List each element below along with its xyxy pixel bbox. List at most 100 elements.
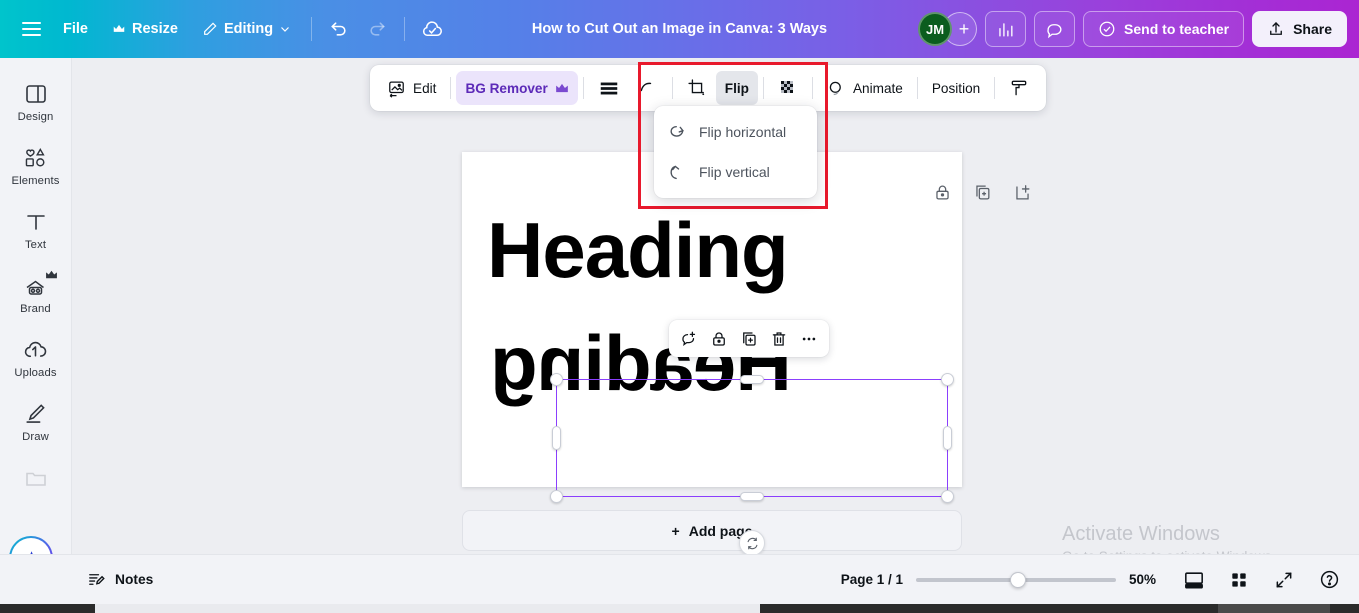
flip-horizontal-arrow-icon (670, 125, 684, 137)
sidebar-item-draw[interactable]: Draw (2, 392, 70, 450)
resize-handle-right[interactable] (943, 426, 952, 450)
cloud-upload-icon (23, 336, 48, 362)
transparency-bars-icon (600, 82, 618, 94)
more-dots-icon[interactable] (795, 325, 823, 353)
help-circle-icon (1320, 570, 1338, 589)
toolbar-divider-6 (916, 77, 918, 99)
os-taskbar (0, 604, 1359, 613)
insights-button[interactable] (985, 11, 1027, 47)
notes-label: Notes (115, 572, 154, 587)
curve-button[interactable] (629, 71, 667, 105)
sidebar-item-label: Brand (20, 303, 51, 315)
sidebar-item-text[interactable]: Text (2, 200, 70, 258)
cloud-save-button[interactable] (414, 11, 450, 47)
resize-handle-top[interactable] (740, 375, 764, 384)
trash-icon[interactable] (765, 325, 793, 353)
editing-mode-button[interactable]: Editing (191, 13, 302, 45)
help-button[interactable] (1313, 564, 1345, 596)
comment-add-icon[interactable] (675, 325, 703, 353)
sidebar-item-label: Text (24, 239, 47, 251)
workspace-area: Edit BG Remover Flip Animate Position Fl… (72, 58, 1359, 613)
effects-button[interactable] (769, 71, 807, 105)
editing-label: Editing (223, 21, 274, 37)
lock-icon[interactable] (927, 177, 957, 207)
add-page-plus: + (671, 522, 680, 539)
resize-handle-bottom-right[interactable] (941, 490, 954, 503)
file-menu-button[interactable]: File (52, 13, 99, 45)
selection-frame[interactable] (550, 373, 954, 503)
resize-button[interactable]: Resize (101, 13, 189, 45)
edit-image-button[interactable]: Edit (378, 71, 445, 105)
page-action-icons (927, 177, 1037, 207)
page-title[interactable]: How to Cut Out an Image in Canva: 3 Ways (520, 14, 839, 44)
redo-button[interactable] (359, 11, 395, 47)
pencil-icon (204, 22, 217, 35)
sidebar-item-label: Elements (11, 175, 60, 187)
resize-handle-top-left[interactable] (550, 373, 563, 386)
add-page-icon[interactable] (1007, 177, 1037, 207)
undo-button[interactable] (321, 11, 357, 47)
animate-button[interactable]: Animate (818, 71, 912, 105)
rotate-handle[interactable] (739, 530, 765, 556)
heading-text-top[interactable]: Heading (487, 211, 789, 289)
flip-button[interactable]: Flip (715, 71, 758, 105)
animate-circle-icon (829, 81, 841, 95)
fullscreen-button[interactable] (1268, 564, 1300, 596)
crop-button[interactable] (678, 71, 716, 105)
resize-handle-top-right[interactable] (941, 373, 954, 386)
undo-arrow-icon (331, 22, 346, 36)
edit-label: Edit (413, 80, 437, 96)
add-page-button[interactable]: + Add page (462, 510, 962, 551)
check-circle-icon (1099, 21, 1115, 37)
header-left-group: File Resize Editing (0, 10, 450, 48)
lock-icon[interactable] (705, 325, 733, 353)
resize-handle-left[interactable] (552, 426, 561, 450)
transparency-button[interactable] (589, 71, 629, 105)
crown-icon (555, 83, 568, 93)
page-view-icon (1185, 571, 1203, 588)
share-label: Share (1293, 21, 1332, 37)
toolbar-divider-3 (671, 77, 673, 99)
flip-vertical-item[interactable]: Flip vertical (654, 152, 817, 192)
send-to-teacher-label: Send to teacher (1124, 21, 1230, 37)
position-button[interactable]: Position (923, 71, 989, 105)
collaborators-group: JM + (918, 12, 978, 46)
grid-view-button[interactable] (1223, 564, 1255, 596)
page-view-button[interactable] (1178, 564, 1210, 596)
notes-button[interactable]: Notes (76, 563, 164, 596)
notes-icon (89, 574, 105, 585)
share-button[interactable]: Share (1252, 11, 1347, 47)
watermark-title: Activate Windows (1062, 523, 1220, 545)
flip-vertical-arrow-icon (670, 164, 680, 179)
sidebar-item-uploads[interactable]: Uploads (2, 328, 70, 386)
chevron-down-icon (281, 27, 290, 32)
zoom-slider[interactable] (916, 571, 1116, 588)
paint-roller-button[interactable] (1000, 71, 1038, 105)
sidebar-item-brand[interactable]: Brand (2, 264, 70, 322)
sidebar-item-label: Uploads (14, 367, 57, 379)
resize-handle-bottom[interactable] (740, 492, 764, 501)
flip-vertical-label: Flip vertical (699, 164, 770, 180)
sidebar-item-design[interactable]: Design (2, 72, 70, 130)
duplicate-page-icon[interactable] (967, 177, 997, 207)
text-t-icon (24, 208, 48, 234)
sidebar-item-label: Design (17, 111, 54, 123)
duplicate-icon[interactable] (735, 325, 763, 353)
avatar[interactable]: JM (918, 12, 953, 46)
sidebar-item-projects[interactable] (2, 456, 70, 502)
file-menu-label: File (63, 21, 88, 37)
curve-icon (640, 82, 652, 92)
header-divider-2 (404, 17, 406, 41)
bg-remover-button[interactable]: BG Remover (456, 71, 578, 105)
comments-button[interactable] (1034, 11, 1076, 47)
sidebar-item-elements[interactable]: Elements (2, 136, 70, 194)
hamburger-icon[interactable] (12, 10, 50, 48)
header-right-group: JM + Send to teacher Share (918, 11, 1359, 47)
taskbar-window-strip (95, 604, 760, 613)
flip-horizontal-item[interactable]: Flip horizontal (654, 112, 817, 152)
flip-label: Flip (724, 80, 749, 96)
zoom-slider-knob[interactable] (1010, 571, 1026, 588)
send-to-teacher-button[interactable]: Send to teacher (1083, 11, 1245, 47)
resize-handle-bottom-left[interactable] (550, 490, 563, 503)
expand-icon (1276, 572, 1292, 587)
